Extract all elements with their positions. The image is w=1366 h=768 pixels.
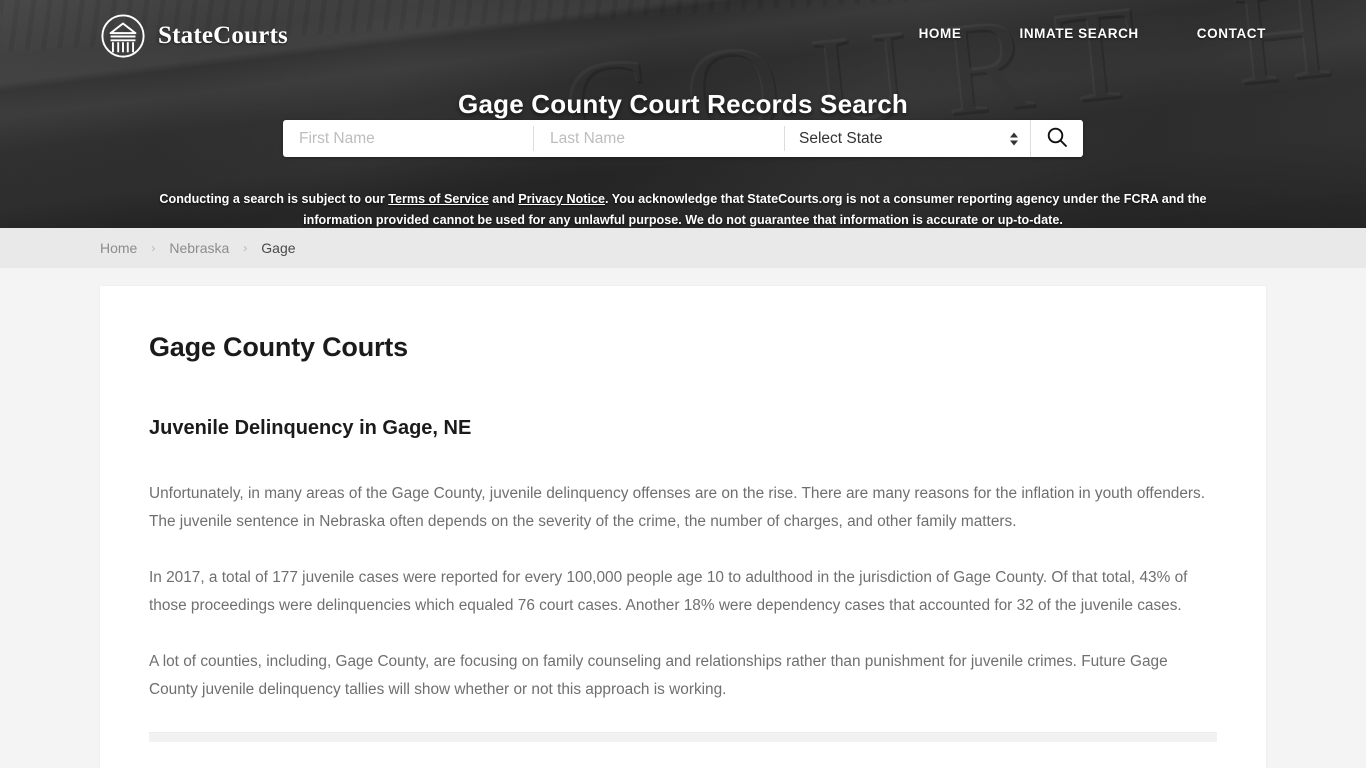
breadcrumb-item-nebraska[interactable]: Nebraska (169, 240, 229, 256)
section-title: Juvenile Delinquency in Gage, NE (149, 417, 472, 439)
content-card: Gage County Courts Juvenile Delinquency … (100, 286, 1266, 768)
site-brand-name: StateCourts (158, 22, 288, 49)
last-name-input[interactable] (534, 120, 784, 157)
nav-item-contact[interactable]: CONTACT (1197, 26, 1266, 41)
breadcrumb-separator-1: › (151, 241, 156, 255)
privacy-notice-link[interactable]: Privacy Notice (518, 192, 605, 206)
search-icon (1046, 126, 1068, 151)
nav-item-inmate-search[interactable]: INMATE SEARCH (1019, 26, 1138, 41)
nav-item-home[interactable]: HOME (919, 26, 962, 41)
search-submit-button[interactable] (1030, 120, 1082, 157)
page-title: Gage County Courts (149, 332, 408, 362)
breadcrumb-separator-2: › (243, 241, 248, 255)
disclaimer-middle: and (488, 191, 519, 206)
state-select[interactable]: Select State Nebraska (785, 120, 1030, 157)
hero-banner: COURT HOUSE Stat (0, 0, 1366, 228)
paragraph-2: In 2017, a total of 177 juvenile cases w… (149, 569, 1188, 614)
paragraph-1: Unfortunately, in many areas of the Gage… (149, 485, 1206, 530)
first-name-input[interactable] (283, 120, 533, 157)
primary-nav: HOME INMATE SEARCH CONTACT (919, 26, 1266, 41)
state-select-wrapper: Select State Nebraska (785, 120, 1030, 157)
terms-of-service-link[interactable]: Terms of Service (388, 192, 489, 206)
site-header: StateCourts HOME INMATE SEARCH CONTACT (0, 0, 1366, 72)
search-disclaimer: Conducting a search is subject to our Te… (133, 189, 1233, 228)
breadcrumb: Home › Nebraska › Gage (0, 228, 1366, 268)
site-logo-link[interactable]: StateCourts (100, 13, 288, 59)
table-header-strip (149, 732, 1217, 742)
breadcrumb-item-home[interactable]: Home (100, 240, 137, 256)
hero-title: Gage County Court Records Search (458, 89, 908, 120)
page-body: Gage County Courts Juvenile Delinquency … (0, 268, 1366, 768)
records-search-form: Select State Nebraska (283, 120, 1083, 157)
courthouse-circle-icon (100, 13, 146, 59)
breadcrumb-item-gage: Gage (261, 240, 296, 256)
paragraph-3: A lot of counties, including, Gage Count… (149, 653, 1168, 698)
disclaimer-lead: Conducting a search is subject to our (159, 191, 389, 206)
